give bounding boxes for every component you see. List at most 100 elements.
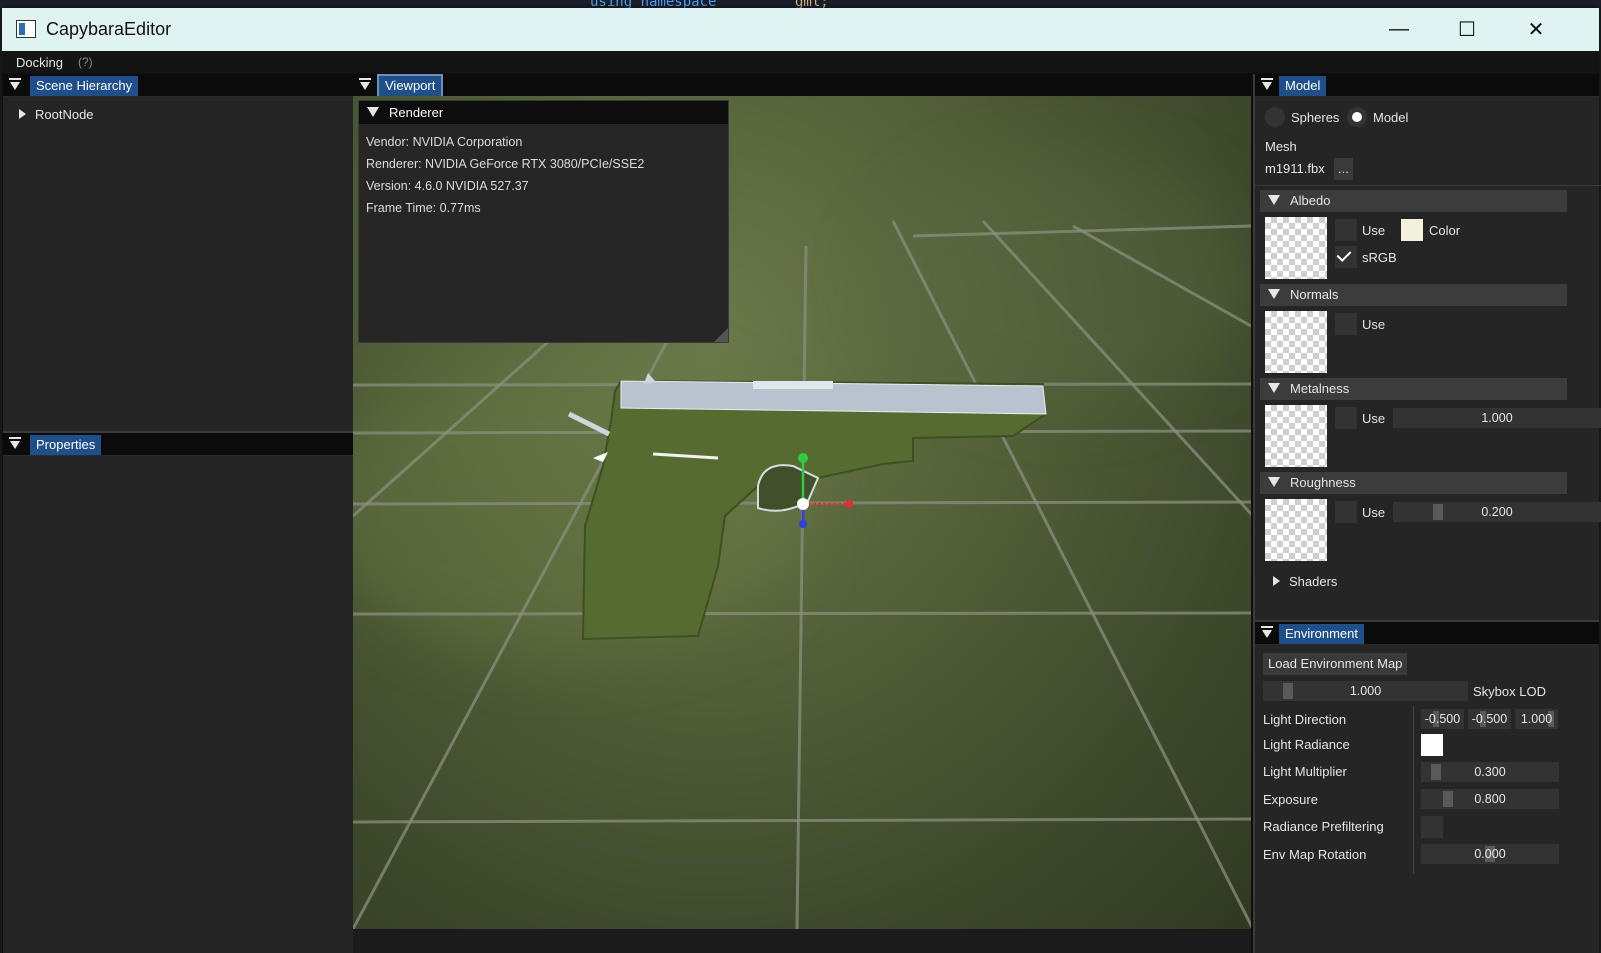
light-direction-z-input[interactable]: 1.000 (1515, 709, 1558, 729)
roughness-use-checkbox[interactable] (1335, 501, 1357, 523)
expand-arrow-icon[interactable] (1273, 576, 1280, 586)
roughness-use-label: Use (1362, 505, 1386, 520)
exposure-label: Exposure (1263, 792, 1318, 807)
metalness-section-header[interactable]: Metalness (1260, 378, 1567, 400)
browse-mesh-button[interactable]: ... (1334, 158, 1353, 180)
env-map-rotation-label: Env Map Rotation (1263, 847, 1367, 862)
roughness-title: Roughness (1290, 475, 1356, 490)
dock-menu-icon[interactable] (8, 437, 22, 451)
slider-grab[interactable] (1443, 791, 1453, 807)
radio-spheres[interactable] (1265, 107, 1285, 127)
light-multiplier-label: Light Multiplier (1263, 764, 1347, 779)
divider (1255, 185, 1601, 186)
albedo-texture-preview[interactable] (1265, 217, 1327, 279)
renderer-window-title: Renderer (389, 105, 444, 120)
light-direction-z-value: 1.000 (1520, 712, 1553, 726)
radiance-prefiltering-checkbox[interactable] (1421, 816, 1443, 838)
skybox-lod-value: 1.000 (1349, 684, 1382, 698)
albedo-use-label: Use (1362, 223, 1386, 238)
dock-menu-icon[interactable] (1260, 78, 1274, 92)
collapse-arrow-icon[interactable] (1268, 195, 1280, 205)
light-direction-y-input[interactable]: -0.500 (1468, 709, 1511, 729)
dock-menu-icon[interactable] (1260, 626, 1274, 640)
maximize-icon: ☐ (1458, 19, 1476, 41)
column-divider (1413, 706, 1414, 874)
tree-node-rootnode[interactable]: RootNode (19, 107, 94, 122)
normals-section-header[interactable]: Normals (1260, 284, 1567, 306)
dock-menu-icon[interactable] (358, 78, 372, 92)
metalness-title: Metalness (1290, 381, 1350, 396)
roughness-value: 0.200 (1481, 505, 1513, 519)
roughness-slider[interactable]: 0.200 (1393, 502, 1601, 522)
light-radiance-label: Light Radiance (1263, 737, 1350, 752)
normals-use-checkbox[interactable] (1335, 313, 1357, 335)
light-direction-y-value: -0.500 (1471, 712, 1508, 726)
light-direction-label: Light Direction (1263, 712, 1347, 727)
renderer-info-window[interactable]: Renderer Vendor: NVIDIA Corporation Rend… (358, 100, 729, 343)
metalness-slider[interactable]: 1.000 (1393, 408, 1601, 428)
minimize-button[interactable]: — (1367, 8, 1431, 51)
load-environment-map-button[interactable]: Load Environment Map (1263, 653, 1408, 675)
slider-grab[interactable] (1431, 764, 1441, 780)
model-tabbar: Model (1255, 74, 1599, 97)
environment-tabbar: Environment (1255, 622, 1599, 645)
env-map-rotation-value: 0.000 (1474, 847, 1506, 861)
collapse-arrow-icon[interactable] (1268, 477, 1280, 487)
collapse-arrow-icon[interactable] (367, 107, 379, 117)
albedo-section-header[interactable]: Albedo (1260, 190, 1567, 212)
metalness-use-checkbox[interactable] (1335, 407, 1357, 429)
albedo-color-swatch[interactable] (1401, 219, 1423, 241)
radio-spheres-label: Spheres (1291, 110, 1340, 125)
normals-title: Normals (1290, 287, 1339, 302)
albedo-use-checkbox[interactable] (1335, 219, 1357, 241)
skybox-lod-slider[interactable]: 1.000 (1263, 681, 1468, 701)
menu-bar: Docking (?) (2, 51, 1599, 73)
radiance-prefiltering-label: Radiance Prefiltering (1263, 819, 1384, 834)
tab-properties[interactable]: Properties (30, 435, 102, 455)
env-map-rotation-slider[interactable]: 0.000 (1421, 844, 1559, 864)
roughness-section-header[interactable]: Roughness (1260, 472, 1567, 494)
vendor-text: Vendor: NVIDIA Corporation (366, 135, 523, 149)
environment-panel: Environment Load Environment Map 1.000 S… (1253, 620, 1599, 953)
menu-docking[interactable]: Docking (16, 55, 63, 70)
light-direction-x-input[interactable]: -0.500 (1421, 709, 1464, 729)
radio-model[interactable] (1347, 107, 1367, 127)
exposure-slider[interactable]: 0.800 (1421, 789, 1559, 809)
light-multiplier-slider[interactable]: 0.300 (1421, 762, 1559, 782)
light-radiance-color-swatch[interactable] (1421, 734, 1443, 756)
model-panel: Model Spheres Model Mesh m1911.fbx ... A… (1253, 74, 1601, 620)
expand-arrow-icon[interactable] (19, 109, 26, 119)
close-icon: ✕ (1527, 19, 1545, 41)
viewport-tabbar: Viewport (353, 74, 1251, 98)
scene-hierarchy-panel: Scene Hierarchy RootNode (3, 74, 353, 431)
tab-model[interactable]: Model (1279, 76, 1327, 96)
maximize-button[interactable]: ☐ (1435, 8, 1499, 51)
radio-model-label: Model (1373, 110, 1409, 125)
slider-grab[interactable] (1433, 504, 1443, 520)
slider-grab[interactable] (1283, 683, 1293, 699)
normals-texture-preview[interactable] (1265, 311, 1327, 373)
tab-scene-hierarchy[interactable]: Scene Hierarchy (30, 76, 139, 96)
metalness-texture-preview[interactable] (1265, 405, 1327, 467)
light-multiplier-value: 0.300 (1474, 765, 1506, 779)
minimize-icon: — (1389, 18, 1409, 40)
dock-menu-icon[interactable] (8, 78, 22, 92)
help-marker[interactable]: (?) (78, 55, 93, 69)
shaders-tree-node[interactable]: Shaders (1273, 574, 1337, 589)
title-bar[interactable]: CapybaraEditor — ☐ ✕ (2, 8, 1599, 51)
close-button[interactable]: ✕ (1504, 8, 1568, 51)
app-icon (16, 20, 36, 38)
tree-node-label: RootNode (35, 107, 94, 122)
srgb-checkbox[interactable] (1335, 246, 1357, 268)
tab-viewport[interactable]: Viewport (376, 74, 444, 98)
resize-grip-icon[interactable] (714, 328, 728, 342)
renderer-window-header[interactable]: Renderer (359, 101, 728, 124)
roughness-texture-preview[interactable] (1265, 499, 1327, 561)
collapse-arrow-icon[interactable] (1268, 383, 1280, 393)
properties-panel: Properties (3, 431, 353, 953)
collapse-arrow-icon[interactable] (1268, 289, 1280, 299)
tab-environment[interactable]: Environment (1279, 624, 1364, 644)
properties-tabbar: Properties (3, 433, 353, 456)
check-icon (1336, 247, 1352, 262)
scene-hierarchy-tabbar: Scene Hierarchy (3, 74, 353, 97)
